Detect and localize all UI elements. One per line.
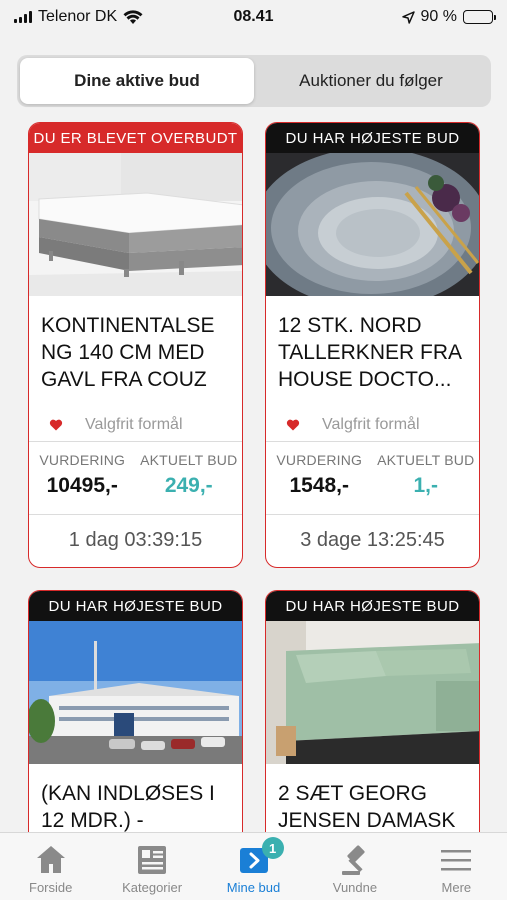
estimate-label: VURDERING — [39, 452, 126, 468]
estimate-label: VURDERING — [276, 452, 363, 468]
current-bid-value: 249,- — [164, 474, 213, 497]
countdown-timer: 1 dag 03:39:15 — [68, 528, 203, 551]
status-right: 90 % — [401, 8, 496, 26]
countdown-timer: 3 dage 13:25:45 — [300, 528, 445, 551]
card-title: KONTINENTALSE NG 140 CM MED GAVL FRA COU… — [29, 296, 242, 408]
estimate-column: VURDERING 10495,- — [29, 452, 136, 514]
signal-icon — [14, 11, 32, 23]
tab-label: Vundne — [332, 880, 378, 895]
estimate-value: 10495,- — [46, 474, 118, 497]
bed-linen-photo — [266, 621, 479, 764]
wifi-icon — [123, 9, 143, 24]
current-bid-column: AKTUELT BUD 1,- — [373, 452, 480, 514]
card-bid-summary: VURDERING 1548,- AKTUELT BUD 1,- — [266, 442, 479, 514]
tab-mine-bud[interactable]: Mine bud 1 — [203, 833, 304, 900]
bids-segmented-control: Dine aktive bud Auktioner du følger — [17, 55, 491, 107]
card-status-banner: DU HAR HØJESTE BUD — [266, 591, 479, 621]
tab-label: Forside — [29, 880, 73, 895]
card-title-text: KONTINENTALSE NG 140 CM MED GAVL FRA COU… — [41, 314, 215, 391]
current-bid-label: AKTUELT BUD — [140, 452, 238, 468]
card-status-banner: DU HAR HØJESTE BUD — [266, 123, 479, 153]
tab-label: Kategorier — [122, 880, 183, 895]
location-arrow-icon — [401, 10, 415, 24]
current-bid-value: 1,- — [413, 474, 438, 497]
auction-card-plates[interactable]: DU HAR HØJESTE BUD 12 STK. NORD TALLERKN… — [265, 122, 480, 568]
cause-label: Valgfrit formål — [85, 415, 183, 433]
card-status-banner: DU HAR HØJESTE BUD — [29, 591, 242, 621]
card-title-text: 12 STK. NORD TALLERKNER FRA HOUSE DOCTO.… — [278, 314, 461, 391]
card-title: 12 STK. NORD TALLERKNER FRA HOUSE DOCTO.… — [266, 296, 479, 408]
estimate-value: 1548,- — [289, 474, 350, 497]
tab-mere[interactable]: Mere — [406, 833, 507, 900]
boxspring-bed-photo — [29, 153, 242, 296]
status-bar: Telenor DK 08.41 90 % — [0, 0, 507, 34]
estimate-column: VURDERING 1548,- — [266, 452, 373, 514]
card-cause: Valgfrit formål — [266, 408, 479, 441]
heart-icon — [49, 419, 63, 430]
categories-icon — [138, 846, 167, 874]
battery-icon — [463, 10, 496, 24]
card-cause: Valgfrit formål — [29, 408, 242, 441]
card-status-banner: DU ER BLEVET OVERBUDT — [29, 123, 242, 153]
tab-vundne[interactable]: Vundne — [304, 833, 405, 900]
bottom-tab-bar: Forside Kategorier Mine bud 1 Vundne Mer… — [0, 832, 507, 900]
card-title-text: (KAN INDLØSES I 12 MDR.) - — [41, 782, 215, 832]
tab-kategorier[interactable]: Kategorier — [101, 833, 202, 900]
plates-photo — [266, 153, 479, 296]
tab-label: Mine bud — [226, 880, 281, 895]
card-title-text: 2 SÆT GEORG JENSEN DAMASK — [278, 782, 456, 832]
tab-forside[interactable]: Forside — [0, 833, 101, 900]
cause-label: Valgfrit formål — [322, 415, 420, 433]
auction-card-bed[interactable]: DU ER BLEVET OVERBUDT KONTINENTALSE NG 1… — [28, 122, 243, 568]
hotel-building-photo — [29, 621, 242, 764]
heart-icon — [286, 419, 300, 430]
segment-followed-auctions[interactable]: Auktioner du følger — [254, 58, 488, 104]
battery-percent: 90 % — [420, 8, 457, 25]
menu-icon — [441, 850, 472, 871]
card-bid-summary: VURDERING 10495,- AKTUELT BUD 249,- — [29, 442, 242, 514]
notification-badge: 1 — [261, 837, 284, 859]
tab-label: Mere — [441, 880, 472, 895]
gavel-icon — [341, 845, 365, 875]
segment-active-bids[interactable]: Dine aktive bud — [20, 58, 254, 104]
home-icon — [36, 846, 65, 873]
current-bid-label: AKTUELT BUD — [377, 452, 475, 468]
current-bid-column: AKTUELT BUD 249,- — [136, 452, 243, 514]
status-left: Telenor DK — [14, 8, 143, 26]
carrier-label: Telenor DK — [38, 8, 118, 25]
